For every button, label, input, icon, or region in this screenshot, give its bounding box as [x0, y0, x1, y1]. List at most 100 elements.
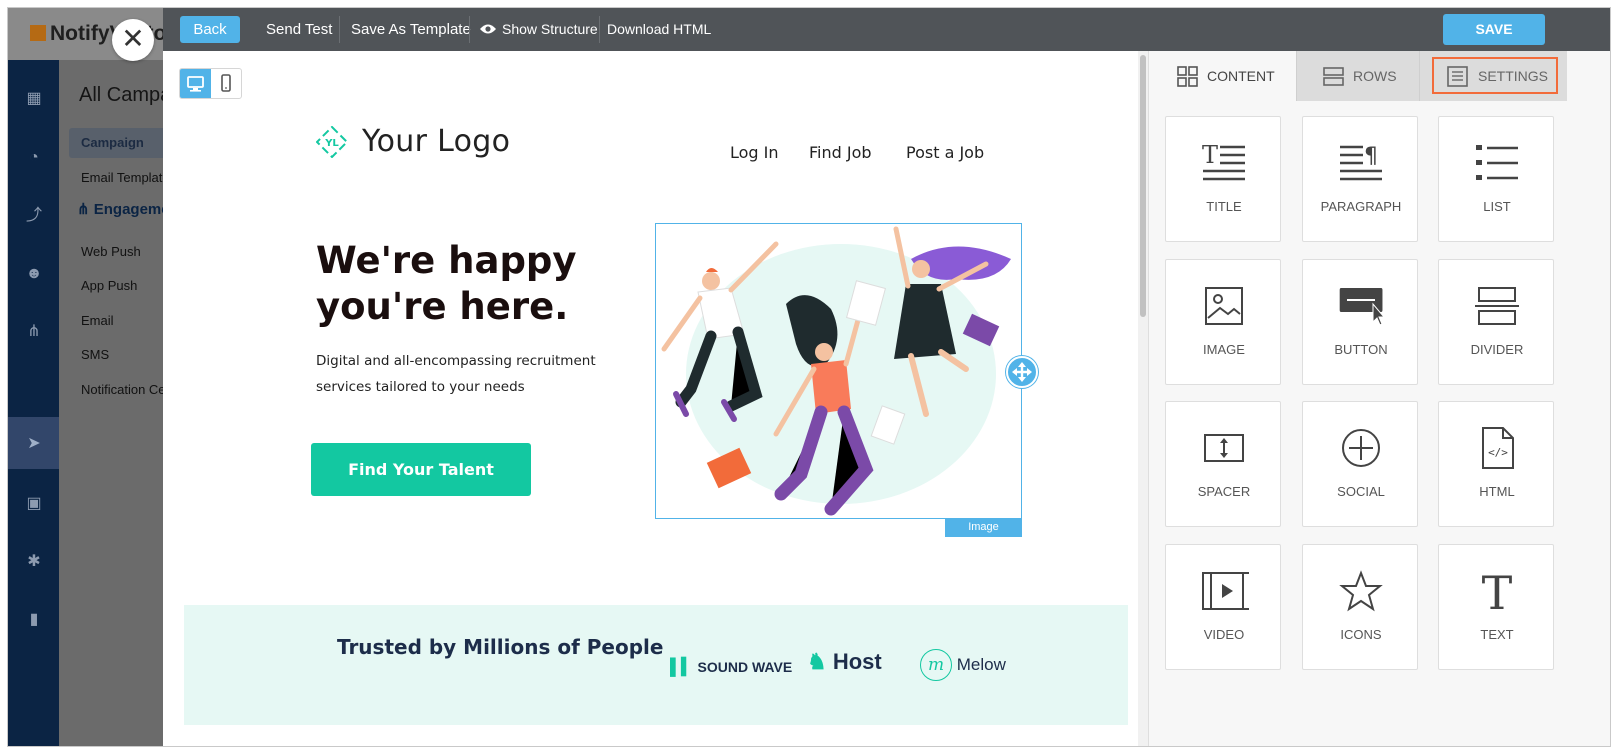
gear-icon[interactable]: ✱	[24, 552, 44, 572]
image-file-icon[interactable]: ▣	[24, 494, 44, 514]
list-icon	[1476, 145, 1518, 180]
block-list[interactable]: LIST	[1438, 116, 1554, 242]
block-video-label: VIDEO	[1203, 627, 1245, 642]
browser-frame: NotifyVisitors ▦ ◔ ⤴ ☻ ⋔ ➤ ▣ ✱ ▮ All Cam…	[7, 7, 1611, 747]
block-html[interactable]: </> HTML	[1438, 401, 1554, 527]
tab-rows-label: ROWS	[1353, 68, 1397, 84]
show-structure-label: Show Structure	[502, 21, 598, 37]
arrows-icon	[1012, 362, 1032, 382]
block-icons-label: ICONS	[1340, 627, 1382, 642]
block-button-label: BUTTON	[1334, 342, 1388, 357]
hero-subtitle-line: services tailored to your needs	[316, 379, 525, 395]
block-paragraph[interactable]: ¶ PARAGRAPH	[1302, 116, 1418, 242]
settings-tab-highlight	[1432, 57, 1558, 94]
brand-soundwave: ▌▍ SOUND WAVE	[670, 657, 792, 677]
grid-icon[interactable]: ▦	[24, 89, 44, 109]
brand-host-name: Host	[832, 649, 882, 674]
brand-soundwave-name: SOUND WAVE	[697, 659, 793, 675]
brand-host: ♞ Host	[807, 649, 882, 675]
editor-toolbar: Back Send Test Save As Template Show Str…	[163, 8, 1610, 51]
block-spacer[interactable]: SPACER	[1165, 401, 1281, 527]
brand-melow: m Melow	[920, 649, 1006, 681]
block-image[interactable]: IMAGE	[1165, 259, 1281, 385]
eye-icon	[480, 24, 496, 34]
block-divider[interactable]: DIVIDER	[1438, 259, 1554, 385]
divider-icon	[1475, 287, 1519, 325]
svg-text:T: T	[1482, 569, 1513, 613]
hero-title[interactable]: We're happy you're here.	[316, 238, 646, 330]
subnav-item-app-push[interactable]: App Push	[81, 278, 137, 293]
background-sidebar: ▦ ◔ ⤴ ☻ ⋔ ➤ ▣ ✱ ▮	[8, 60, 59, 746]
save-as-template-button[interactable]: Save As Template	[351, 8, 471, 51]
users-icon[interactable]: ☻	[24, 264, 44, 284]
send-test-button[interactable]: Send Test	[266, 8, 332, 51]
toolbar-divider	[469, 16, 470, 43]
subnav-item-email-templates[interactable]: Email Templates	[81, 170, 176, 185]
block-image-label: IMAGE	[1203, 342, 1245, 357]
show-structure-button[interactable]: Show Structure	[479, 8, 598, 51]
analytics-icon[interactable]: ⤴	[24, 206, 44, 226]
soundwave-icon: ▌▍	[670, 659, 694, 676]
logo-mark-icon	[30, 25, 46, 41]
block-icons[interactable]: ICONS	[1302, 544, 1418, 670]
block-social[interactable]: SOCIAL	[1302, 401, 1418, 527]
svg-text:T: T	[1202, 141, 1218, 169]
send-icon[interactable]: ➤	[24, 434, 44, 454]
block-text-label: TEXT	[1480, 627, 1514, 642]
download-html-button[interactable]: Download HTML	[607, 8, 711, 51]
image-icon	[1205, 287, 1243, 325]
rows-icon	[1323, 67, 1344, 86]
subnav-item-email[interactable]: Email	[81, 313, 114, 328]
email-editor: Back Send Test Save As Template Show Str…	[163, 8, 1610, 746]
device-icon[interactable]: ▮	[24, 610, 44, 630]
close-icon[interactable]: ✕	[112, 19, 154, 61]
desktop-icon	[187, 76, 204, 92]
html-file-icon: </>	[1482, 427, 1514, 469]
canvas-scrollbar-thumb[interactable]	[1140, 55, 1146, 317]
hero-title-line: We're happy	[316, 239, 577, 282]
save-button[interactable]: SAVE	[1443, 14, 1545, 45]
email-canvas[interactable]: YL Your Logo Log In Find Job Post a Job …	[163, 51, 1148, 746]
star-icon	[1339, 570, 1383, 612]
block-title[interactable]: T TITLE	[1165, 116, 1281, 242]
dashboard-icon[interactable]: ◔	[24, 148, 44, 168]
toolbar-divider	[339, 16, 340, 43]
block-html-label: HTML	[1479, 484, 1515, 499]
trusted-title: Trusted by Millions of People	[337, 635, 664, 659]
blocks-panel: CONTENT ROWS SETTINGS T TITLE ¶ PARAGRAP…	[1148, 51, 1610, 746]
people-jumping-illustration	[661, 226, 1011, 516]
melow-logo-icon: m	[920, 649, 952, 681]
trusted-section[interactable]: Trusted by Millions of People ▌▍ SOUND W…	[184, 605, 1128, 725]
hierarchy-icon[interactable]: ⋔	[24, 322, 44, 342]
grid-icon	[1177, 66, 1198, 87]
block-video[interactable]: VIDEO	[1165, 544, 1281, 670]
svg-text:¶: ¶	[1364, 144, 1378, 169]
subnav-item-web-push[interactable]: Web Push	[81, 244, 141, 259]
video-icon	[1202, 572, 1249, 610]
block-button[interactable]: BUTTON	[1302, 259, 1418, 385]
tab-rows[interactable]: ROWS	[1296, 51, 1419, 101]
back-button[interactable]: Back	[180, 16, 240, 43]
desktop-view-button[interactable]	[180, 69, 211, 98]
block-text[interactable]: T TEXT	[1438, 544, 1554, 670]
subnav-item-sms[interactable]: SMS	[81, 347, 109, 362]
subnav-item-campaign[interactable]: Campaign	[81, 135, 144, 150]
find-talent-button[interactable]: Find Your Talent	[311, 443, 531, 496]
block-paragraph-label: PARAGRAPH	[1320, 199, 1402, 214]
email-nav-login[interactable]: Log In	[730, 143, 779, 162]
background-subnav: All Campaigns Campaign Email Templates ⋔…	[59, 60, 208, 746]
hero-subtitle[interactable]: Digital and all-encompassing recruitment…	[316, 348, 616, 400]
hero-illustration[interactable]	[655, 223, 1022, 519]
email-nav-post-job[interactable]: Post a Job	[906, 143, 984, 162]
email-nav-find-job[interactable]: Find Job	[809, 143, 872, 162]
button-icon	[1339, 288, 1386, 326]
brand-melow-name: Melow	[956, 655, 1006, 674]
mobile-view-button[interactable]	[211, 69, 241, 98]
paragraph-icon: ¶	[1340, 144, 1382, 181]
toolbar-divider	[599, 16, 600, 43]
spacer-icon	[1204, 434, 1244, 462]
tab-content[interactable]: CONTENT	[1149, 51, 1296, 101]
block-list-label: LIST	[1483, 199, 1511, 214]
move-handle-icon[interactable]	[1006, 356, 1038, 388]
block-social-label: SOCIAL	[1337, 484, 1385, 499]
